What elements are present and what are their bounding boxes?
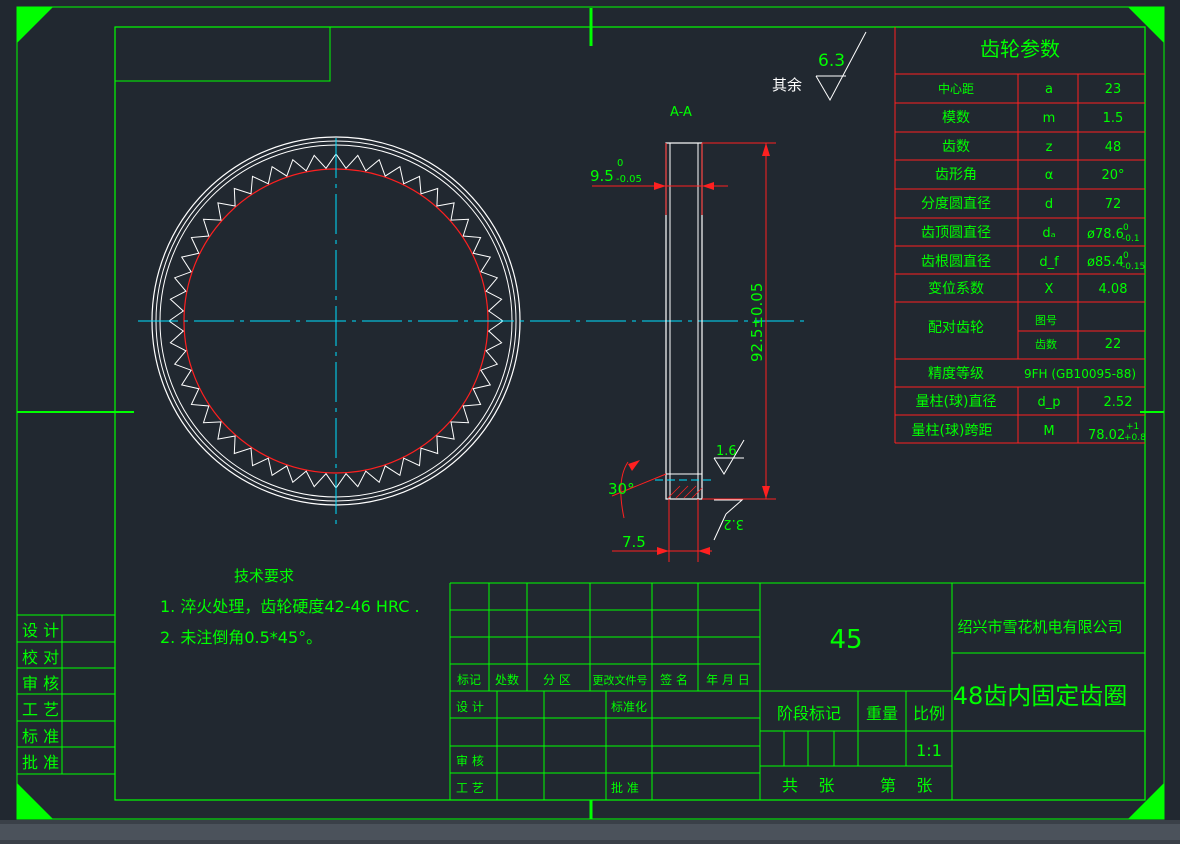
svg-text:变位系数: 变位系数 bbox=[928, 281, 984, 297]
sig-check: 校 对 bbox=[22, 648, 59, 667]
sig-approve: 批 准 bbox=[22, 753, 59, 772]
tech-requirement-1: 1. 淬火处理，齿轮硬度42-46 HRC . bbox=[160, 597, 420, 616]
tb-craft-label: 工 艺 bbox=[456, 781, 484, 795]
svg-text:22: 22 bbox=[1105, 337, 1122, 352]
svg-text:齿形角: 齿形角 bbox=[935, 167, 977, 183]
svg-text:d_p: d_p bbox=[1037, 395, 1060, 410]
sheet-number: 第 张 bbox=[880, 776, 932, 795]
svg-text:α: α bbox=[1045, 168, 1054, 183]
svg-text:齿数: 齿数 bbox=[942, 139, 970, 155]
svg-text:d: d bbox=[1045, 197, 1053, 212]
tech-requirement-2: 2. 未注倒角0.5*45°。 bbox=[160, 628, 322, 647]
svg-text:4.08: 4.08 bbox=[1099, 282, 1128, 297]
svg-text:ø85.4: ø85.4 bbox=[1087, 255, 1124, 270]
svg-text:2.52: 2.52 bbox=[1104, 395, 1133, 410]
thickness-nominal: 9.5 bbox=[590, 167, 614, 185]
svg-text:量柱(球)直径: 量柱(球)直径 bbox=[916, 393, 997, 410]
svg-text:m: m bbox=[1043, 111, 1056, 126]
company-name: 绍兴市雪花机电有限公司 bbox=[957, 618, 1122, 636]
svg-text:+1: +1 bbox=[1126, 422, 1139, 432]
svg-text:模数: 模数 bbox=[942, 110, 970, 126]
roughness-1: 1.6 bbox=[716, 444, 737, 459]
svg-text:dₐ: dₐ bbox=[1042, 226, 1055, 241]
svg-text:齿数: 齿数 bbox=[1035, 338, 1057, 351]
param-row-root-diameter: 齿根圆直径 d_f ø85.4 0 -0.15 bbox=[921, 251, 1145, 272]
surface-note-label: 其余 bbox=[772, 76, 802, 94]
gear-front-view bbox=[138, 136, 810, 528]
svg-text:78.02: 78.02 bbox=[1088, 428, 1125, 443]
param-row-teeth: 齿数 z 48 bbox=[942, 139, 1121, 155]
svg-text:a: a bbox=[1045, 82, 1053, 97]
sig-craft: 工 艺 bbox=[22, 700, 59, 719]
param-row-mating-gear: 配对齿轮 图号 齿数 22 bbox=[928, 314, 1121, 352]
chamfer-angle: 30° bbox=[608, 480, 635, 498]
param-row-pitch-diameter: 分度圆直径 d 72 bbox=[921, 195, 1121, 212]
svg-text:精度等级: 精度等级 bbox=[928, 365, 984, 382]
svg-text:+0.8: +0.8 bbox=[1124, 433, 1146, 443]
sig-design: 设 计 bbox=[22, 621, 59, 640]
sheets-total: 共 张 bbox=[782, 776, 834, 795]
cad-drawing: 其余 6.3 A-A 9.5 0 -0.05 92.5±0.05 30° 7.5… bbox=[16, 6, 1165, 820]
sig-review: 审 核 bbox=[22, 674, 59, 693]
svg-text:0: 0 bbox=[1123, 251, 1129, 261]
svg-text:ø78.6: ø78.6 bbox=[1087, 227, 1124, 242]
svg-text:1.5: 1.5 bbox=[1103, 111, 1124, 126]
rev-header-zone: 分 区 bbox=[543, 673, 571, 687]
scale-label: 比例 bbox=[913, 704, 945, 723]
svg-text:d_f: d_f bbox=[1039, 255, 1059, 270]
param-row-accuracy: 精度等级 9FH (GB10095-88) bbox=[928, 365, 1136, 382]
rev-header-count: 处数 bbox=[495, 672, 519, 687]
svg-text:48: 48 bbox=[1105, 140, 1122, 155]
tb-review-label: 审 核 bbox=[456, 753, 484, 768]
svg-text:-0.15: -0.15 bbox=[1122, 262, 1145, 272]
tb-standard-label: 标准化 bbox=[611, 700, 647, 714]
svg-text:M: M bbox=[1043, 424, 1054, 439]
param-row-pin-span: 量柱(球)跨距 M 78.02 +1 +0.8 bbox=[912, 422, 1147, 443]
param-row-modification: 变位系数 X 4.08 bbox=[928, 281, 1127, 297]
thickness-lower: -0.05 bbox=[616, 174, 642, 185]
surface-roughness-value: 6.3 bbox=[818, 51, 845, 71]
svg-text:齿根圆直径: 齿根圆直径 bbox=[921, 253, 991, 270]
svg-text:-0.1: -0.1 bbox=[1122, 234, 1140, 244]
chamfer-width: 7.5 bbox=[622, 533, 646, 551]
material: 45 bbox=[829, 625, 862, 655]
weight-label: 重量 bbox=[866, 704, 898, 723]
sig-standard: 标 准 bbox=[22, 727, 59, 746]
rev-header-date: 年 月 日 bbox=[706, 673, 750, 687]
svg-text:量柱(球)跨距: 量柱(球)跨距 bbox=[912, 423, 993, 439]
roughness-2: 3.2 bbox=[723, 516, 744, 531]
svg-text:9FH (GB10095-88): 9FH (GB10095-88) bbox=[1024, 367, 1136, 381]
rev-header-mark: 标记 bbox=[457, 673, 481, 687]
svg-text:图号: 图号 bbox=[1035, 314, 1057, 327]
scale-value: 1:1 bbox=[916, 741, 942, 760]
svg-text:z: z bbox=[1046, 140, 1053, 155]
svg-text:23: 23 bbox=[1105, 82, 1122, 97]
param-row-center-distance: 中心距 a 23 bbox=[938, 81, 1121, 97]
tb-design-label: 设 计 bbox=[456, 700, 484, 714]
svg-text:20°: 20° bbox=[1101, 168, 1124, 183]
thickness-upper: 0 bbox=[617, 158, 623, 169]
svg-text:0: 0 bbox=[1123, 223, 1129, 233]
part-name: 48齿内固定齿圈 bbox=[953, 682, 1128, 710]
param-row-pin-diameter: 量柱(球)直径 d_p 2.52 bbox=[916, 393, 1133, 410]
section-label: A-A bbox=[670, 105, 692, 120]
svg-text:齿顶圆直径: 齿顶圆直径 bbox=[921, 224, 991, 241]
rev-header-file: 更改文件号 bbox=[593, 673, 648, 687]
tb-approve-label: 批 准 bbox=[611, 780, 639, 795]
height-dimension: 92.5±0.05 bbox=[748, 283, 766, 362]
svg-text:X: X bbox=[1045, 282, 1054, 297]
svg-text:分度圆直径: 分度圆直径 bbox=[921, 195, 991, 212]
stage-mark-label: 阶段标记 bbox=[777, 704, 841, 723]
param-table-title: 齿轮参数 bbox=[980, 37, 1060, 61]
svg-text:配对齿轮: 配对齿轮 bbox=[928, 320, 984, 336]
tech-requirements-title: 技术要求 bbox=[234, 567, 294, 585]
status-bar bbox=[0, 820, 1180, 844]
svg-text:中心距: 中心距 bbox=[938, 81, 974, 96]
svg-text:72: 72 bbox=[1105, 197, 1122, 212]
status-bar-inner bbox=[0, 824, 1180, 840]
param-row-module: 模数 m 1.5 bbox=[942, 110, 1123, 126]
param-row-tip-diameter: 齿顶圆直径 dₐ ø78.6 0 -0.1 bbox=[921, 223, 1140, 244]
param-row-pressure-angle: 齿形角 α 20° bbox=[935, 167, 1125, 183]
rev-header-sign: 签 名 bbox=[660, 672, 688, 687]
